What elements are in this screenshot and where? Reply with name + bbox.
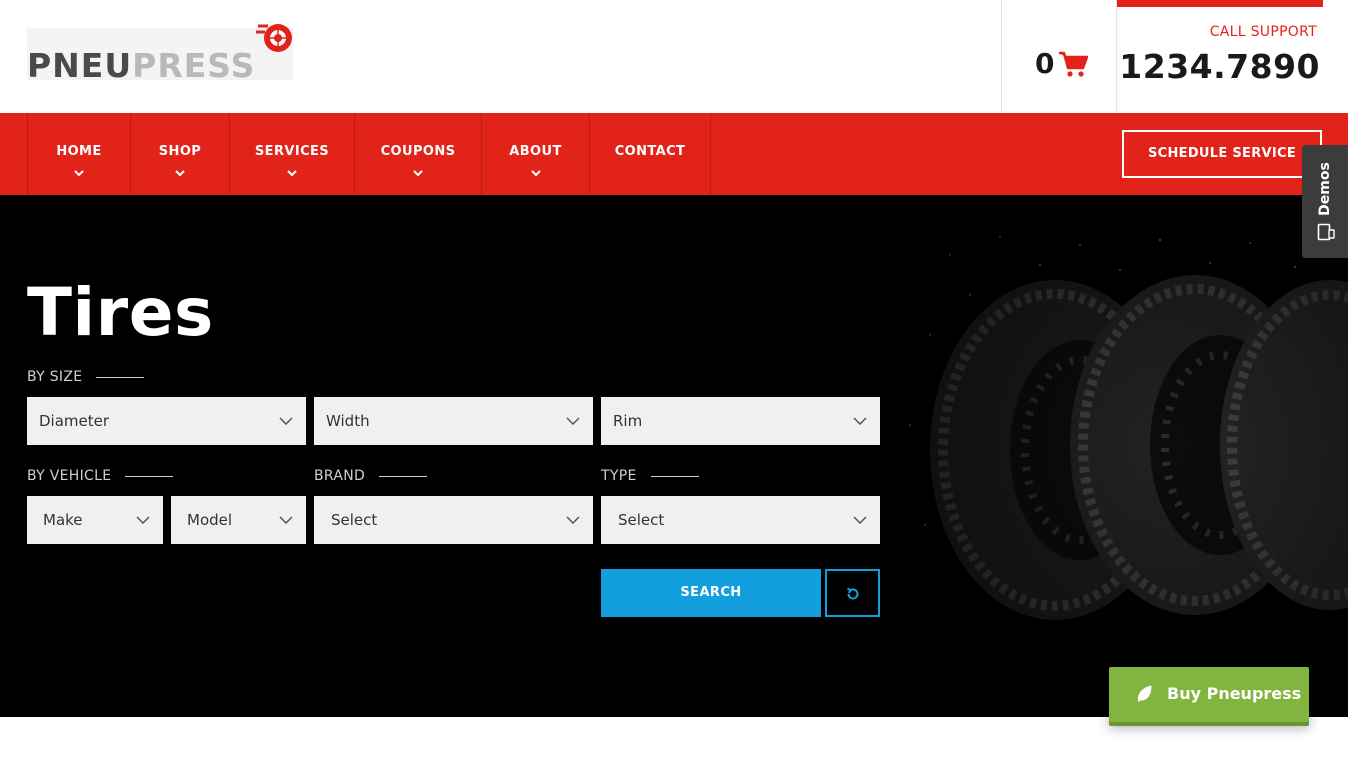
page-title: Tires bbox=[27, 274, 214, 351]
width-select[interactable]: Width bbox=[314, 397, 593, 445]
schedule-service-button[interactable]: SCHEDULE SERVICE bbox=[1122, 130, 1322, 178]
tire-icon bbox=[256, 24, 292, 52]
nav-label-about: ABOUT bbox=[509, 144, 562, 159]
nav-label-shop: SHOP bbox=[158, 144, 202, 159]
buy-pneupress-button[interactable]: Buy Pneupress bbox=[1109, 667, 1309, 722]
support-label: CALL SUPPORT bbox=[1209, 24, 1317, 40]
model-select[interactable]: Model bbox=[171, 496, 306, 544]
type-select-value: Select bbox=[618, 511, 665, 529]
logo-wordmark: PNEUPRESS bbox=[27, 49, 255, 82]
by-size-label-text: BY SIZE bbox=[27, 369, 83, 385]
reset-button[interactable] bbox=[825, 569, 880, 617]
main-nav: HOME SHOP SERVICES COUPONS ABOUT CONTACT… bbox=[0, 113, 1348, 195]
search-button[interactable]: SEARCH bbox=[601, 569, 821, 617]
label-divider bbox=[125, 475, 174, 477]
model-select-value: Model bbox=[187, 511, 233, 529]
chevron-down-icon bbox=[530, 170, 541, 176]
label-divider bbox=[379, 475, 428, 477]
brand-label: BRAND bbox=[314, 468, 428, 484]
make-select[interactable]: Make bbox=[27, 496, 163, 544]
brand-label-text: BRAND bbox=[314, 468, 366, 484]
chevron-down-icon bbox=[566, 516, 580, 524]
type-label-text: TYPE bbox=[601, 468, 637, 484]
label-divider bbox=[650, 475, 699, 477]
by-vehicle-label: BY VEHICLE bbox=[27, 468, 174, 484]
nav-item-shop[interactable]: SHOP bbox=[130, 113, 229, 195]
logo-text-part2: PRESS bbox=[132, 46, 256, 85]
chevron-down-icon bbox=[74, 170, 84, 176]
demos-label: Demos bbox=[1317, 162, 1333, 216]
site-header: PNEUPRESS 0 CALL SUPPORT 1234.7890 bbox=[0, 0, 1348, 113]
support-phone[interactable]: 1234.7890 bbox=[1119, 47, 1320, 86]
nav-item-about[interactable]: ABOUT bbox=[481, 113, 589, 195]
devices-icon bbox=[1317, 223, 1335, 241]
by-size-label: BY SIZE bbox=[27, 369, 145, 385]
cart-count: 0 bbox=[1035, 47, 1055, 80]
diameter-select-value: Diameter bbox=[39, 412, 110, 430]
chevron-down-icon bbox=[279, 516, 293, 524]
logo-text-part1: PNEU bbox=[27, 46, 133, 85]
brand-select[interactable]: Select bbox=[314, 496, 593, 544]
type-label: TYPE bbox=[601, 468, 699, 484]
cart[interactable]: 0 bbox=[1001, 0, 1117, 113]
chevron-down-icon bbox=[566, 417, 580, 425]
nav-item-coupons[interactable]: COUPONS bbox=[354, 113, 481, 195]
rim-select[interactable]: Rim bbox=[601, 397, 880, 445]
chevron-down-icon bbox=[279, 417, 293, 425]
nav-item-services[interactable]: SERVICES bbox=[229, 113, 354, 195]
call-support: CALL SUPPORT 1234.7890 bbox=[1117, 0, 1323, 113]
nav-label-coupons: COUPONS bbox=[380, 144, 456, 159]
nav-label-home: HOME bbox=[56, 144, 102, 159]
nav-item-home[interactable]: HOME bbox=[27, 113, 130, 195]
nav-label-services: SERVICES bbox=[254, 144, 330, 159]
brand-select-value: Select bbox=[331, 511, 378, 529]
demos-tab[interactable]: Demos bbox=[1302, 145, 1348, 258]
leaf-icon bbox=[1137, 685, 1152, 703]
chevron-down-icon bbox=[413, 170, 423, 176]
width-select-value: Width bbox=[326, 412, 370, 430]
type-select[interactable]: Select bbox=[601, 496, 880, 544]
cart-icon[interactable] bbox=[1058, 50, 1088, 78]
label-divider bbox=[96, 376, 145, 378]
chevron-down-icon bbox=[136, 516, 150, 524]
reset-icon bbox=[847, 587, 859, 600]
nav-item-contact[interactable]: CONTACT bbox=[589, 113, 711, 195]
nav-label-contact: CONTACT bbox=[614, 144, 686, 159]
chevron-down-icon bbox=[853, 516, 867, 524]
by-vehicle-label-text: BY VEHICLE bbox=[27, 468, 112, 484]
chevron-down-icon bbox=[287, 170, 297, 176]
support-accent-bar bbox=[1117, 0, 1323, 7]
rim-select-value: Rim bbox=[613, 412, 643, 430]
buy-button-label: Buy Pneupress bbox=[1167, 684, 1302, 703]
hero-section: Tires BY SIZE Diameter Width Rim BY VEHI… bbox=[0, 195, 1348, 717]
chevron-down-icon bbox=[853, 417, 867, 425]
diameter-select[interactable]: Diameter bbox=[27, 397, 306, 445]
site-logo[interactable]: PNEUPRESS bbox=[27, 20, 293, 82]
chevron-down-icon bbox=[175, 170, 185, 176]
make-select-value: Make bbox=[43, 511, 83, 529]
tires-image bbox=[890, 225, 1348, 717]
